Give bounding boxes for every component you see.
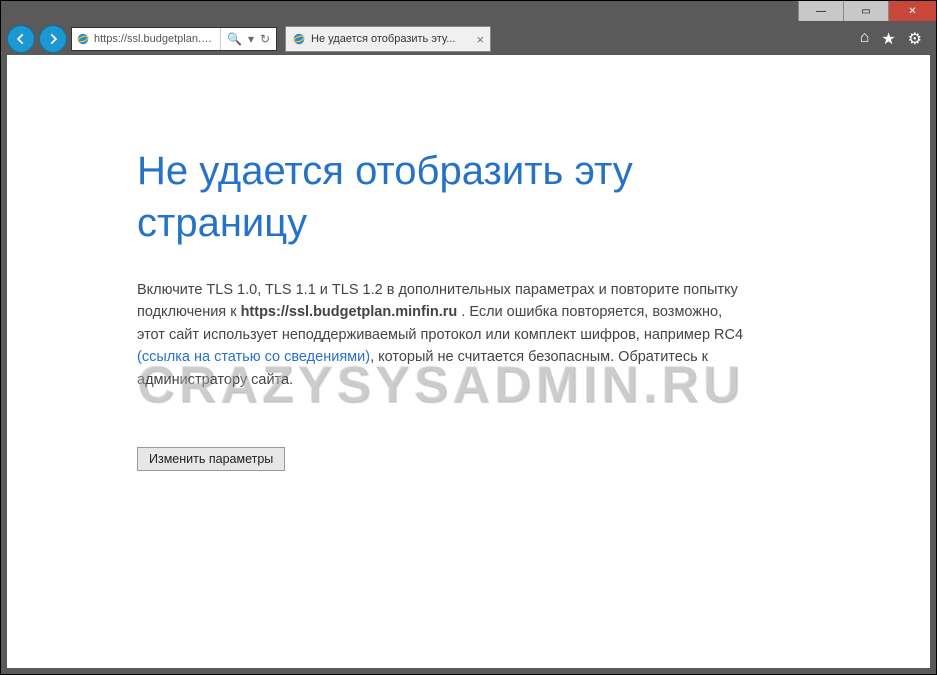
close-button[interactable]: ✕: [888, 1, 936, 21]
search-refresh-group: 🔍 ▾ ↻: [220, 28, 276, 50]
kb-link[interactable]: (ссылка на статью со сведениями): [137, 349, 370, 365]
forward-button[interactable]: [39, 25, 67, 53]
refresh-icon[interactable]: ↻: [260, 32, 270, 46]
arrow-left-icon: [14, 32, 28, 46]
dropdown-icon[interactable]: ▾: [248, 32, 254, 46]
page-content: Не удается отобразить эту страницу Включ…: [7, 55, 930, 668]
toolbar: https://ssl.budgetplan.m... 🔍 ▾ ↻ Не уда…: [1, 23, 936, 55]
titlebar: — ▭ ✕: [1, 1, 936, 23]
arrow-right-icon: [46, 32, 60, 46]
url-text: https://ssl.budgetplan.m...: [94, 33, 216, 45]
tools-icon[interactable]: ⚙: [908, 29, 922, 49]
ie-icon: [76, 32, 90, 46]
favorites-icon[interactable]: ★: [881, 29, 895, 49]
tab-current[interactable]: Не удается отобразить эту... ×: [285, 26, 491, 52]
toolbar-right: ⌂ ★ ⚙: [860, 29, 930, 49]
address-bar[interactable]: https://ssl.budgetplan.m... 🔍 ▾ ↻: [71, 27, 277, 51]
back-button[interactable]: [7, 25, 35, 53]
error-title: Не удается отобразить эту страницу: [137, 145, 747, 249]
browser-window: — ▭ ✕ https://ssl.budgetplan.m... 🔍 ▾ ↻ …: [0, 0, 937, 675]
change-settings-button[interactable]: Изменить параметры: [137, 447, 285, 471]
ie-icon: [292, 32, 306, 46]
error-body: Включите TLS 1.0, TLS 1.1 и TLS 1.2 в до…: [137, 279, 747, 391]
maximize-button[interactable]: ▭: [843, 1, 888, 21]
tab-title: Не удается отобразить эту...: [311, 33, 455, 45]
minimize-button[interactable]: —: [798, 1, 843, 21]
search-icon[interactable]: 🔍: [227, 32, 242, 46]
body-host: https://ssl.budgetplan.minfin.ru: [241, 304, 458, 320]
tab-close-icon[interactable]: ×: [476, 32, 484, 47]
home-icon[interactable]: ⌂: [860, 29, 870, 49]
